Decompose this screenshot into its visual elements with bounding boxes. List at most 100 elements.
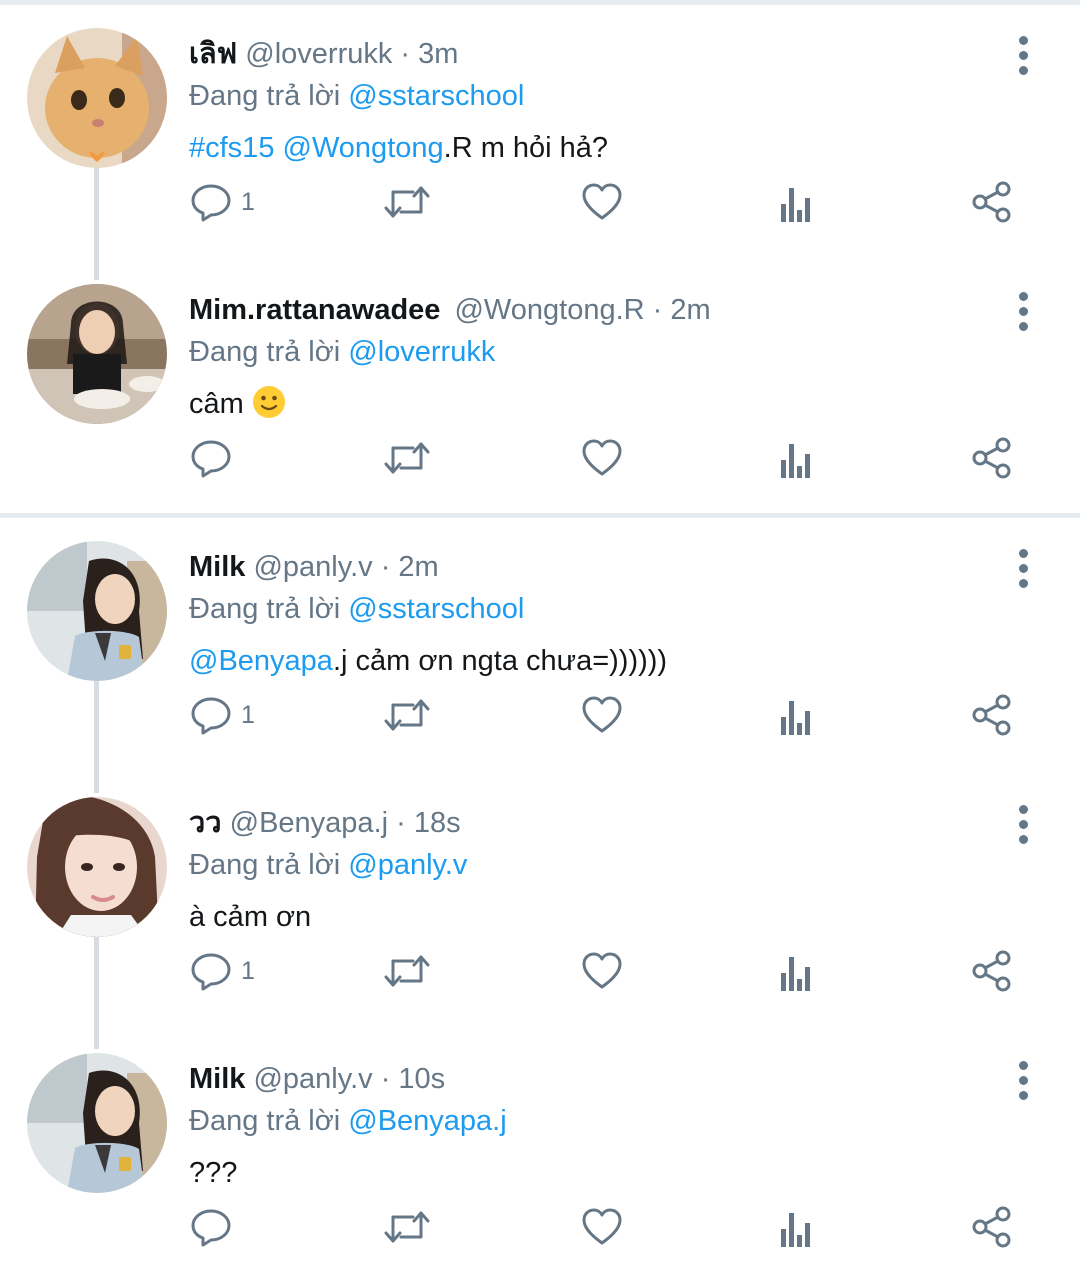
share-icon — [972, 181, 1011, 223]
retweet-icon — [384, 699, 430, 731]
reply-mention-link[interactable]: @loverrukk — [348, 336, 495, 368]
retweet-icon — [384, 955, 430, 987]
reply-mention-link[interactable]: @Benyapa.j — [348, 1105, 506, 1137]
separator: · — [372, 1063, 399, 1095]
share-button[interactable] — [971, 1199, 1013, 1255]
share-button[interactable] — [971, 430, 1013, 486]
user-handle[interactable]: @Wongtong.R — [454, 294, 644, 326]
user-handle[interactable]: @panly.v — [253, 1063, 372, 1095]
reply-button[interactable]: 1 — [189, 943, 255, 999]
retweet-button[interactable] — [383, 430, 431, 486]
tweet-text: @Benyapa.j cảm ơn ngta chưa=)))))) — [189, 640, 667, 682]
reply-mention-link[interactable]: @panly.v — [348, 849, 467, 881]
like-icon — [582, 439, 622, 476]
share-icon — [972, 1206, 1011, 1248]
reply-icon — [191, 184, 231, 222]
display-name[interactable]: วว — [189, 807, 222, 839]
retweet-icon — [384, 1211, 430, 1243]
tweet[interactable]: เลิฟ @loverrukk · 3m Đang trả lời @sstar… — [0, 4, 1080, 260]
action-bar: 1 — [189, 687, 1049, 743]
share-button[interactable] — [971, 687, 1013, 743]
display-name[interactable]: Mim.rattanawadee — [189, 294, 440, 326]
display-name[interactable]: Milk — [189, 1063, 245, 1095]
tweet[interactable]: วว @Benyapa.j · 18s Đang trả lời @panly.… — [0, 773, 1080, 1029]
more-options-icon[interactable] — [1004, 547, 1044, 591]
slightly-smiling-face-emoji — [252, 385, 286, 431]
analytics-button[interactable] — [779, 1199, 815, 1255]
action-bar: 1 — [189, 174, 1049, 230]
like-icon — [582, 696, 622, 733]
student-uniform-avatar[interactable] — [27, 1053, 167, 1193]
display-name[interactable]: Milk — [189, 551, 245, 583]
retweet-icon — [384, 442, 430, 474]
more-options-icon[interactable] — [1004, 290, 1044, 334]
reply-button[interactable]: 1 — [189, 174, 255, 230]
cat-avatar[interactable] — [27, 28, 167, 168]
share-button[interactable] — [971, 943, 1013, 999]
tweet[interactable]: Milk @panly.v · 10s Đang trả lời @Benyap… — [0, 1029, 1080, 1285]
like-button[interactable] — [580, 1199, 624, 1255]
analytics-icon — [781, 188, 810, 222]
replying-to: Đang trả lời @sstarschool — [189, 76, 524, 116]
more-options-icon[interactable] — [1004, 1059, 1044, 1103]
action-bar — [189, 430, 1049, 486]
more-options-icon[interactable] — [1004, 34, 1044, 78]
user-handle[interactable]: @loverrukk — [245, 38, 392, 70]
retweet-button[interactable] — [383, 1199, 431, 1255]
timestamp[interactable]: 10s — [398, 1063, 445, 1095]
analytics-button[interactable] — [779, 430, 815, 486]
share-icon — [972, 437, 1011, 479]
tweet-body-text: ??? — [189, 1157, 238, 1189]
separator: · — [372, 551, 399, 583]
retweet-icon — [384, 186, 430, 218]
reply-icon — [191, 697, 231, 735]
like-icon — [582, 183, 622, 220]
replying-to-label: Đang trả lời — [189, 336, 349, 368]
like-button[interactable] — [580, 687, 624, 743]
reply-button[interactable]: 1 — [189, 687, 255, 743]
student-uniform-avatar[interactable] — [27, 541, 167, 681]
analytics-icon — [781, 444, 810, 478]
tweet[interactable]: Mim.rattanawadee @Wongtong.R · 2m Đang t… — [0, 260, 1080, 516]
reply-count: 1 — [241, 700, 255, 729]
hashtag-link[interactable]: #cfs15 — [189, 132, 274, 164]
action-bar: 1 — [189, 943, 1049, 999]
retweet-button[interactable] — [383, 687, 431, 743]
tweet-text: #cfs15 @Wongtong.R m hỏi hả? — [189, 127, 608, 169]
reply-mention-link[interactable]: @sstarschool — [348, 80, 524, 112]
share-button[interactable] — [971, 174, 1013, 230]
separator: · — [392, 38, 419, 70]
girl-dining-avatar[interactable] — [27, 284, 167, 424]
analytics-button[interactable] — [779, 174, 815, 230]
replying-to: Đang trả lời @panly.v — [189, 845, 467, 885]
reply-button[interactable] — [189, 1199, 241, 1255]
retweet-button[interactable] — [383, 174, 431, 230]
analytics-button[interactable] — [779, 687, 815, 743]
tweet-text: câm — [189, 383, 286, 431]
reply-mention-link[interactable]: @sstarschool — [348, 593, 524, 625]
display-name[interactable]: เลิฟ — [189, 38, 237, 70]
reply-button[interactable] — [189, 430, 241, 486]
mention-link[interactable]: @Benyapa — [189, 645, 333, 677]
like-button[interactable] — [580, 430, 624, 486]
mention-link[interactable]: @Wongtong — [283, 132, 444, 164]
user-handle[interactable]: @Benyapa.j — [230, 807, 388, 839]
like-button[interactable] — [580, 174, 624, 230]
analytics-icon — [781, 701, 810, 735]
timestamp[interactable]: 18s — [414, 807, 461, 839]
more-options-icon[interactable] — [1004, 803, 1044, 847]
user-handle[interactable]: @panly.v — [253, 551, 372, 583]
like-icon — [582, 1208, 622, 1245]
tweet[interactable]: Milk @panly.v · 2m Đang trả lời @sstarsc… — [0, 517, 1080, 773]
timestamp[interactable]: 2m — [398, 551, 438, 583]
timestamp[interactable]: 2m — [670, 294, 710, 326]
analytics-button[interactable] — [779, 943, 815, 999]
retweet-button[interactable] — [383, 943, 431, 999]
timestamp[interactable]: 3m — [418, 38, 458, 70]
girl-portrait-avatar[interactable] — [27, 797, 167, 937]
reply-icon — [191, 440, 231, 478]
replying-to-label: Đang trả lời — [189, 849, 349, 881]
replying-to: Đang trả lời @sstarschool — [189, 589, 524, 629]
tweet-text: à cảm ơn — [189, 896, 311, 938]
like-button[interactable] — [580, 943, 624, 999]
